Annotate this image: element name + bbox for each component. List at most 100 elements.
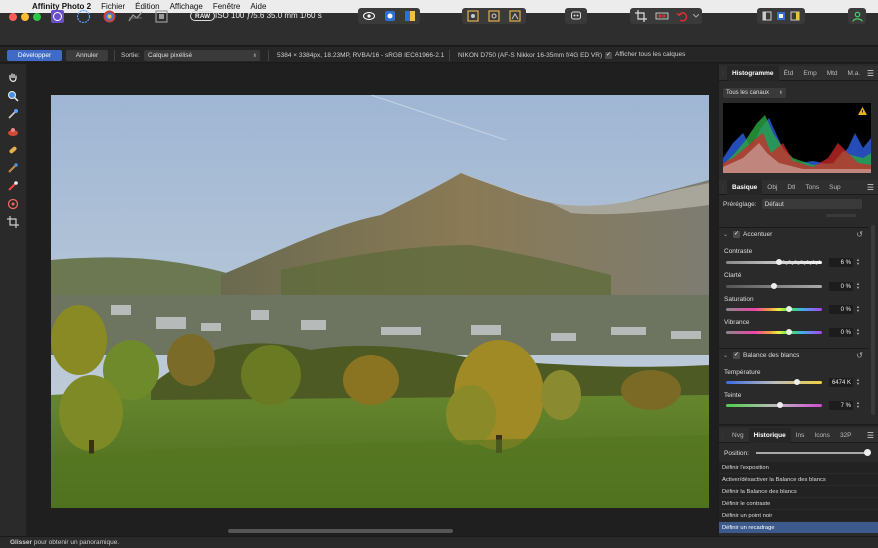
lut-icon[interactable] [507,8,523,24]
menu-fenetre[interactable]: Fenêtre [213,2,241,11]
section-sharpen[interactable]: ⌄ ✓ Accentuer ↺ [719,227,869,240]
cancel-button[interactable]: Annuler [66,50,108,61]
tab-basic[interactable]: Basique [727,179,763,195]
tab-history[interactable]: Historique [748,427,791,443]
reset-icon[interactable]: ↺ [856,230,863,239]
slider-thumb[interactable] [776,402,783,408]
stepper-icon[interactable]: ▲ ▼ [855,282,861,291]
sharpen-enable-checkbox[interactable]: ✓ [733,230,741,238]
hand-tool-icon[interactable] [5,70,21,86]
vibrance-value[interactable]: 0 % [829,328,853,337]
zoom-tool-icon[interactable] [5,88,21,104]
stepper-icon[interactable]: ▲ ▼ [855,378,861,387]
overlay-erase-icon[interactable] [5,178,21,194]
panel-grip-icon[interactable]: ⋮ [719,432,727,439]
photo-persona-icon[interactable] [48,7,66,25]
preset-select[interactable]: Défaut [761,199,862,209]
section-white-balance[interactable]: ⌄ ✓ Balance des blancs ↺ [719,348,869,361]
studio-icon[interactable] [774,8,788,24]
tab-details[interactable]: Dtl [782,180,800,195]
red-eye-icon[interactable] [654,8,670,24]
white-balance-enable-checkbox[interactable]: ✓ [733,351,741,359]
vibrance-slider[interactable] [726,329,822,335]
photo-canvas[interactable] [51,95,709,508]
tab-icons[interactable]: Icons [809,428,835,443]
overlay-icon[interactable] [382,8,398,24]
contrast-value[interactable]: 6 % [829,258,853,267]
clipping-icon[interactable] [486,8,502,24]
clarity-value[interactable]: 0 % [829,282,853,291]
develop-persona-icon[interactable] [100,7,118,25]
eye-icon[interactable] [361,8,377,24]
crop-tool-icon[interactable] [5,214,21,230]
panel-menu-icon[interactable]: ☰ [867,69,874,78]
saturation-value[interactable]: 0 % [829,305,853,314]
position-slider[interactable] [756,452,868,454]
panel-grip-icon[interactable]: ⋮ [719,184,727,191]
assistant-icon[interactable] [568,8,584,24]
clarity-slider[interactable] [726,283,822,289]
contrast-slider[interactable] [726,259,822,265]
zoom-window-button[interactable] [33,13,41,21]
menu-aide[interactable]: Aide [250,2,266,11]
stepper-icon[interactable]: ▲ ▼ [855,258,861,267]
blemish-removal-icon[interactable] [5,142,21,158]
saturation-slider[interactable] [726,306,822,312]
stepper-icon[interactable]: ▲ ▼ [855,305,861,314]
split-view-icon[interactable] [402,8,418,24]
history-item[interactable]: Activer/désactiver la Balance des blancs [719,474,878,486]
overlay-brush-icon[interactable] [5,160,21,176]
reset-icon[interactable]: ↺ [856,351,863,360]
snapshot-icon[interactable] [465,8,481,24]
undo-icon[interactable] [674,8,690,24]
history-item-selected[interactable]: Définir un recadrage [719,522,878,534]
white-balance-picker-icon[interactable] [5,106,21,122]
horizontal-scrollbar[interactable] [228,529,453,533]
develop-button[interactable]: Développer [7,50,62,61]
slider-thumb[interactable] [794,379,801,385]
tab-tones[interactable]: Tons [800,180,824,195]
history-item[interactable]: Définir un point noir [719,510,878,522]
slider-thumb[interactable] [771,283,777,289]
tint-value[interactable]: 7 % [829,401,853,410]
panel-grip-icon[interactable]: ⋮ [719,70,727,77]
tab-metadata[interactable]: Mtd [822,66,843,81]
user-icon[interactable] [849,8,865,24]
chevron-down-icon[interactable] [691,8,701,24]
channel-select[interactable]: Tous les canaux ⬍ [723,88,786,98]
liquify-persona-icon[interactable] [74,7,92,25]
panel-menu-icon[interactable]: ☰ [867,183,874,192]
tab-emp[interactable]: Emp [798,66,821,81]
show-all-layers-checkbox[interactable]: ✓ Afficher tous les calques [605,51,685,59]
red-eye-tool-icon[interactable] [5,124,21,140]
slider-thumb[interactable] [775,259,782,265]
stepper-icon[interactable]: ▲ ▼ [855,328,861,337]
tab-navigator[interactable]: Nvg [727,428,749,443]
temperature-value[interactable]: 6474 K [829,378,853,387]
tab-histogram[interactable]: Histogramme [727,65,779,81]
history-item[interactable]: Définir la Balance des blancs [719,486,878,498]
history-item[interactable]: Définir l'exposition [719,462,878,474]
position-slider-thumb[interactable] [864,449,871,456]
tab-study[interactable]: Étd [779,66,799,81]
left-panel-icon[interactable] [760,8,774,24]
panel-menu-icon[interactable]: ☰ [867,431,874,440]
close-window-button[interactable] [9,13,17,21]
minimize-window-button[interactable] [21,13,29,21]
develop-vertical-scrollbar[interactable] [871,225,875,415]
right-panel-icon[interactable] [788,8,802,24]
tone-mapping-persona-icon[interactable] [126,7,144,25]
tab-32p[interactable]: 32P [835,428,857,443]
menu-affichage[interactable]: Affichage [170,2,203,11]
tab-lens[interactable]: Obj [762,180,782,195]
history-item[interactable]: Définir le contraste [719,498,878,510]
stepper-icon[interactable]: ▲ ▼ [855,401,861,410]
output-select[interactable]: Calque pixélisé ⬍ [144,50,260,61]
tab-info[interactable]: Ins [791,428,810,443]
tint-slider[interactable] [726,402,822,408]
tab-ma[interactable]: M.a. [843,66,866,81]
crop-icon[interactable] [633,8,649,24]
tab-overlays[interactable]: Sup [824,180,846,195]
temperature-slider[interactable] [726,379,822,385]
overlay-gradient-icon[interactable] [5,196,21,212]
